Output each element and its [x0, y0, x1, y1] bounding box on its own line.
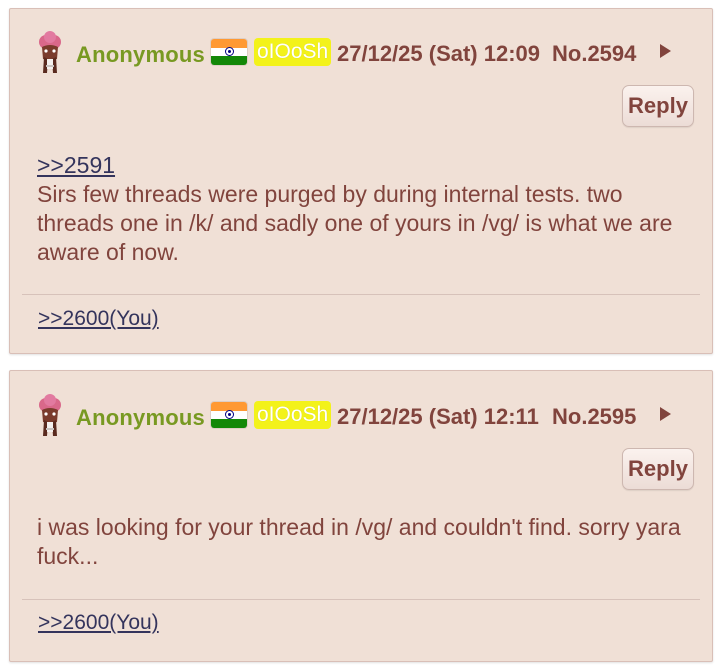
horse-avatar-icon [39, 394, 61, 436]
poster-id[interactable]: oIOoSh [254, 38, 332, 66]
backlink[interactable]: >>2600(You) [38, 307, 159, 331]
post-message: i was looking for your thread in /vg/ an… [37, 513, 687, 571]
post-number[interactable]: No.2594 [552, 41, 636, 67]
reply-button[interactable]: Reply [622, 448, 694, 490]
message-text: Sirs few threads were purged by during i… [37, 181, 673, 265]
quote-link[interactable]: >>2591 [37, 151, 687, 180]
post-header: Anonymous oIOoSh 27/12/25 (Sat) 12:09 No… [32, 29, 692, 75]
poster-name: Anonymous [76, 42, 205, 67]
horse-avatar-icon [39, 31, 61, 73]
india-flag-icon [211, 402, 247, 428]
reply-button[interactable]: Reply [622, 85, 694, 127]
post-menu-arrow-icon[interactable] [660, 407, 671, 421]
india-flag-icon [211, 39, 247, 65]
poster-id[interactable]: oIOoSh [254, 401, 332, 429]
post-2595: Anonymous oIOoSh 27/12/25 (Sat) 12:11 No… [9, 370, 713, 662]
post-datetime: 27/12/25 (Sat) 12:09 [337, 41, 541, 66]
backlink[interactable]: >>2600(You) [38, 611, 159, 635]
message-text: i was looking for your thread in /vg/ an… [37, 514, 681, 569]
post-menu-arrow-icon[interactable] [660, 44, 671, 58]
post-2594: Anonymous oIOoSh 27/12/25 (Sat) 12:09 No… [9, 8, 713, 354]
post-divider [22, 599, 700, 600]
post-message: >>2591 Sirs few threads were purged by d… [37, 151, 687, 267]
post-divider [22, 294, 700, 295]
post-header: Anonymous oIOoSh 27/12/25 (Sat) 12:11 No… [32, 392, 692, 438]
poster-name: Anonymous [76, 405, 205, 430]
post-number[interactable]: No.2595 [552, 404, 636, 430]
post-datetime: 27/12/25 (Sat) 12:11 [337, 404, 539, 429]
